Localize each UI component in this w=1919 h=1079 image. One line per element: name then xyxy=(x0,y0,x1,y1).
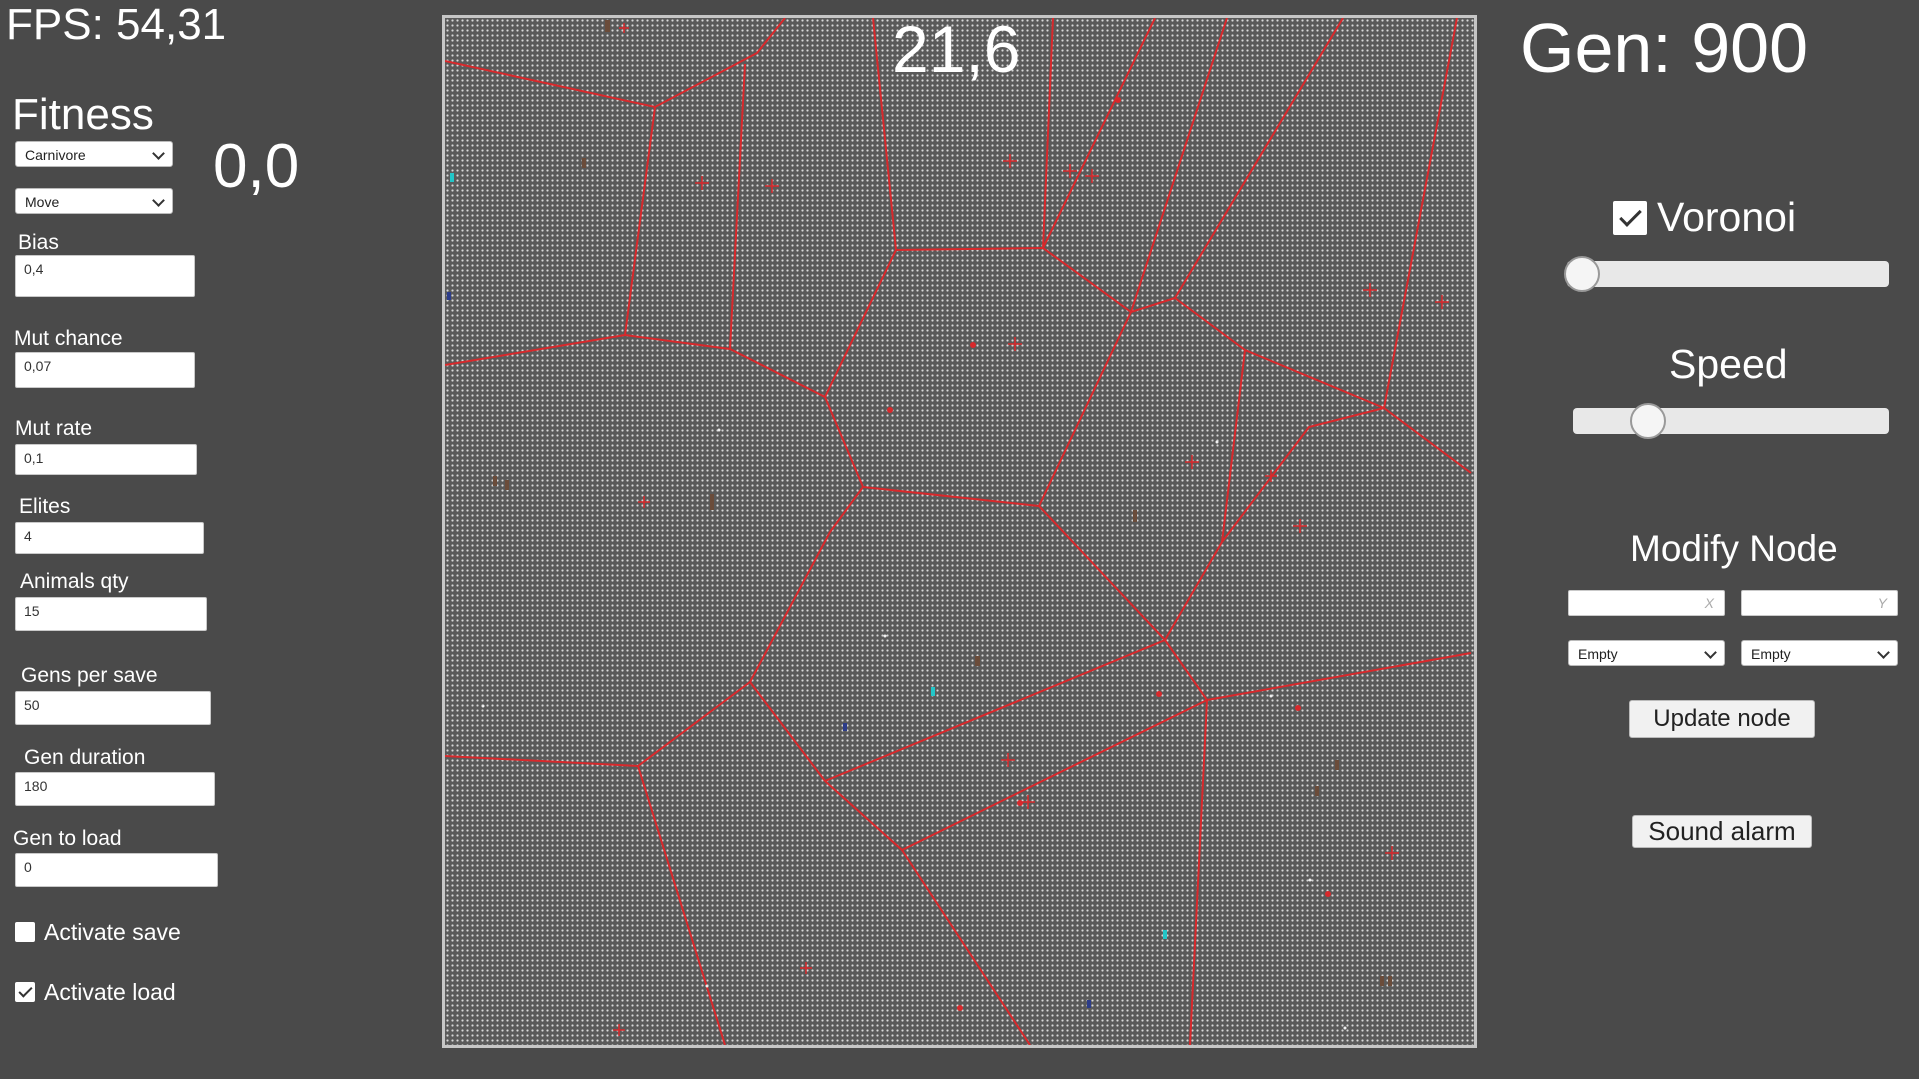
mut-rate-label: Mut rate xyxy=(15,417,93,440)
chevron-down-icon xyxy=(152,147,165,160)
generation-counter: Gen: 900 xyxy=(1520,9,1808,87)
activate-load-checkbox[interactable] xyxy=(15,982,35,1002)
animals-qty-label: Animals qty xyxy=(20,570,129,593)
voronoi-label: Voronoi xyxy=(1657,194,1797,240)
animals-qty-field[interactable]: 15 xyxy=(15,597,207,631)
action-select[interactable]: Move xyxy=(15,188,173,214)
chevron-down-icon xyxy=(1704,646,1717,659)
speed-slider[interactable] xyxy=(1573,403,1889,439)
animal-type-value: Carnivore xyxy=(25,147,86,163)
gen-duration-label: Gen duration xyxy=(24,746,146,769)
simulation-canvas[interactable] xyxy=(442,15,1477,1048)
node-type-value-2: Empty xyxy=(1751,646,1791,662)
gens-per-save-label: Gens per save xyxy=(21,664,158,687)
node-x-placeholder: X xyxy=(1704,595,1714,611)
chevron-down-icon xyxy=(1877,646,1890,659)
voronoi-slider[interactable] xyxy=(1564,256,1889,292)
node-y-input[interactable]: Y xyxy=(1741,590,1898,616)
gens-per-save-field[interactable]: 50 xyxy=(15,691,211,725)
gen-to-load-label: Gen to load xyxy=(13,827,122,850)
fps-counter: FPS: 54,31 xyxy=(6,0,227,49)
gen-duration-field[interactable]: 180 xyxy=(15,772,215,806)
node-type-select-2[interactable]: Empty xyxy=(1741,640,1898,666)
voronoi-diagram xyxy=(445,18,1472,1045)
activate-load-label: Activate load xyxy=(44,979,176,1005)
elites-label: Elites xyxy=(19,495,71,518)
mut-rate-field[interactable]: 0,1 xyxy=(15,444,197,475)
sound-alarm-button[interactable]: Sound alarm xyxy=(1632,815,1812,848)
activate-save-checkbox[interactable] xyxy=(15,922,35,942)
node-type-value-1: Empty xyxy=(1578,646,1618,662)
activate-save-label: Activate save xyxy=(44,919,181,945)
mut-chance-field[interactable]: 0,07 xyxy=(15,352,195,388)
voronoi-checkbox[interactable] xyxy=(1613,201,1647,235)
fitness-value: 0,0 xyxy=(213,132,300,201)
node-type-select-1[interactable]: Empty xyxy=(1568,640,1725,666)
generation-timer: 21,6 xyxy=(892,12,1021,86)
animal-type-select[interactable]: Carnivore xyxy=(15,141,173,167)
fitness-title: Fitness xyxy=(12,90,154,139)
chevron-down-icon xyxy=(152,194,165,207)
gen-to-load-field[interactable]: 0 xyxy=(15,853,218,887)
update-node-button[interactable]: Update node xyxy=(1629,700,1815,738)
elites-field[interactable]: 4 xyxy=(15,522,204,554)
modify-node-title: Modify Node xyxy=(1630,528,1838,569)
bias-field[interactable]: 0,4 xyxy=(15,255,195,297)
mut-chance-label: Mut chance xyxy=(14,327,123,350)
check-icon xyxy=(1619,204,1642,227)
check-icon xyxy=(18,983,33,998)
speed-slider-thumb[interactable] xyxy=(1630,403,1666,439)
bias-label: Bias xyxy=(18,231,59,254)
action-value: Move xyxy=(25,194,60,210)
node-y-placeholder: Y xyxy=(1877,595,1887,611)
voronoi-slider-thumb[interactable] xyxy=(1564,256,1600,292)
speed-label: Speed xyxy=(1669,341,1788,387)
node-x-input[interactable]: X xyxy=(1568,590,1725,616)
